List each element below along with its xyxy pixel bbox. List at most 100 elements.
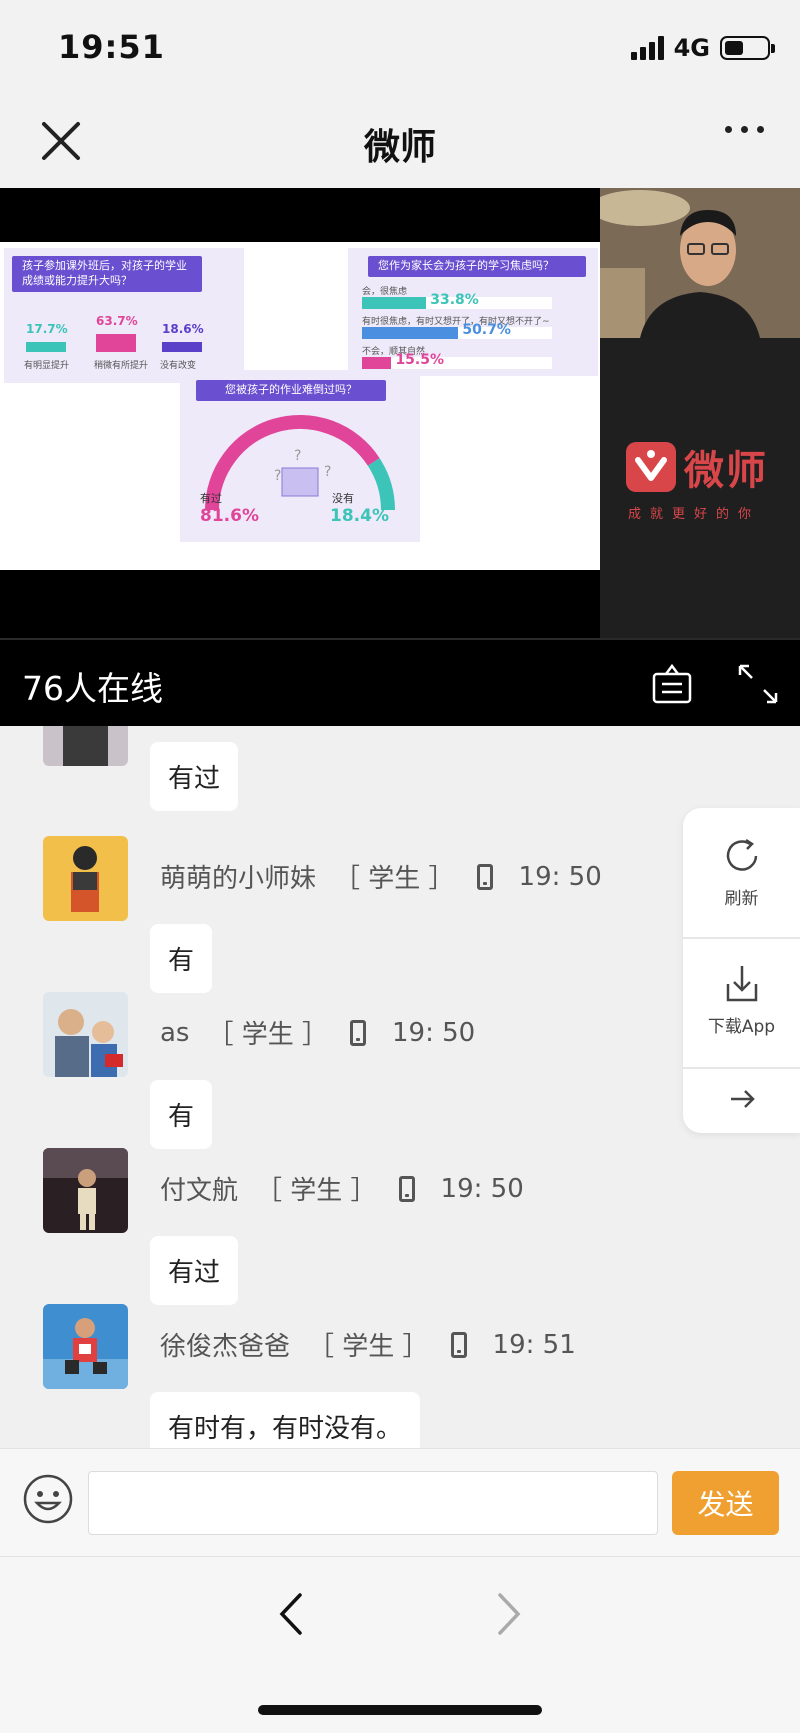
bar: [26, 342, 66, 352]
hbar-label: 会，很焦虑: [362, 287, 408, 297]
online-count: 76人在线: [22, 669, 163, 708]
message-bubble: 有过: [150, 1236, 239, 1305]
refresh-button[interactable]: 刷新: [683, 834, 800, 909]
survey-card-improvement: 孩子参加课外班后，对孩子的学业成绩或能力提升大吗？ 17.7% 有明显提升 63.7…: [4, 248, 244, 383]
bar: [96, 334, 136, 352]
message-time: 19: 50: [392, 1017, 476, 1048]
online-bar: 76人在线: [0, 638, 800, 726]
sender-role: ［ 学生 ］: [334, 864, 455, 894]
mobile-device-icon: [476, 863, 493, 890]
hbar-value: 15.5%: [395, 352, 445, 368]
bar-value: 17.7%: [26, 322, 68, 336]
hbar-value: 33.8%: [430, 292, 479, 308]
sender-name: as: [160, 1017, 190, 1048]
avatar[interactable]: [43, 836, 128, 921]
presentation-slide: 孩子参加课外班后，对孩子的学业成绩或能力提升大吗？ 17.7% 有明显提升 63.7…: [0, 242, 600, 570]
gauge-chart: ? ? ?: [205, 415, 395, 511]
bar-value: 63.7%: [96, 314, 138, 329]
nav-bar: 微师: [0, 100, 800, 188]
hbar-value: 50.7%: [462, 322, 511, 338]
avatar[interactable]: [43, 726, 128, 766]
avatar[interactable]: [43, 1148, 128, 1233]
bar: [162, 342, 202, 352]
message-meta: 萌萌的小师妹 ［ 学生 ］ 19: 50: [160, 858, 602, 895]
message-meta: 付文航 ［ 学生 ］ 19: 50: [160, 1170, 524, 1207]
message-time: 19: 50: [440, 1173, 524, 1204]
bar-label: 稍微有所提升: [94, 361, 149, 371]
hbar-label: 有时很焦虑，有时又想开了，有时又想不开了~: [362, 317, 550, 327]
sender-name: 付文航: [160, 1176, 239, 1206]
emoji-icon[interactable]: [22, 1473, 74, 1525]
divider: [683, 1067, 800, 1069]
mobile-device-icon: [350, 1019, 367, 1046]
brand-heart-icon: [626, 442, 676, 492]
message-bubble: 有: [150, 924, 213, 993]
message-input[interactable]: [88, 1471, 658, 1535]
svg-text:?: ?: [294, 448, 301, 464]
gauge-right-value: 18.4%: [330, 506, 389, 526]
teacher-camera: [600, 188, 800, 338]
refresh-icon: [726, 838, 757, 871]
hbar: [362, 297, 427, 309]
fullscreen-icon[interactable]: [736, 662, 780, 706]
back-arrow-icon[interactable]: [272, 1589, 312, 1639]
message-bubble: 有时有，有时没有。: [150, 1392, 421, 1448]
sender-name: 徐俊杰爸爸: [160, 1332, 291, 1362]
svg-text:?: ?: [274, 468, 281, 484]
signal-icon: [630, 36, 664, 60]
message-bubble: 有过: [150, 742, 239, 811]
sender-role: ［ 学生 ］: [256, 1176, 377, 1206]
sender-name: 萌萌的小师妹: [160, 864, 317, 894]
download-icon: [726, 966, 757, 1002]
browser-nav-bar: [0, 1556, 800, 1733]
download-label: 下载App: [707, 1017, 776, 1037]
gauge-left-value: 81.6%: [200, 506, 259, 526]
message-meta: 徐俊杰爸爸 ［ 学生 ］ 19: 51: [160, 1326, 576, 1363]
brand-logo: 微师: [626, 438, 768, 496]
battery-icon: [720, 36, 775, 60]
gauge-right-label: 没有: [332, 492, 354, 505]
status-bar: 19:51 4G: [0, 0, 800, 100]
mobile-device-icon: [398, 1175, 415, 1202]
survey-card-title: 孩子参加课外班后，对孩子的学业成绩或能力提升大吗？: [12, 256, 202, 292]
home-indicator[interactable]: [258, 1705, 542, 1715]
chat-list[interactable]: 有过 萌萌的小师妹 ［ 学生 ］ 19: 50 有 as ［ 学生 ］ 19: …: [0, 726, 800, 1448]
status-indicators: 4G: [630, 34, 775, 62]
message-time: 19: 51: [492, 1329, 576, 1360]
download-app-button[interactable]: 下载App: [683, 962, 800, 1037]
teacher-portrait: [600, 188, 800, 338]
brand-name: 微师: [684, 448, 768, 494]
hbar: [362, 327, 459, 339]
page-title: 微师: [363, 127, 436, 168]
live-video-area[interactable]: 孩子参加课外班后，对孩子的学业成绩或能力提升大吗？ 17.7% 有明显提升 63.7…: [0, 188, 800, 638]
sender-role: ［ 学生 ］: [207, 1020, 329, 1050]
survey-card-title: 您被孩子的作业难倒过吗？: [196, 380, 386, 401]
message-input-bar: 发送: [0, 1448, 800, 1556]
message-bubble: 有: [150, 1080, 213, 1149]
brand-tagline: 成就更好的你: [628, 507, 761, 522]
survey-card-anxiety: 您作为家长会为孩子的学习焦虑吗？ 会，很焦虑 33.8% 有时很焦虑，有时又想开了，…: [348, 248, 598, 376]
message-meta: as ［ 学生 ］ 19: 50: [160, 1014, 475, 1051]
send-button[interactable]: 发送: [672, 1471, 779, 1535]
message-time: 19: 50: [518, 861, 602, 892]
avatar[interactable]: [43, 992, 128, 1077]
avatar[interactable]: [43, 1304, 128, 1389]
hbar: [362, 357, 392, 369]
survey-card-homework: 您被孩子的作业难倒过吗？ ? ? ? 有过 81.6% 没有 18.4%: [180, 370, 420, 542]
bar-value: 18.6%: [162, 322, 204, 336]
gauge-left-label: 有过: [200, 492, 222, 505]
status-time: 19:51: [58, 28, 165, 66]
whiteboard-icon[interactable]: [650, 662, 694, 706]
divider: [683, 937, 800, 939]
brand-panel: 微师 成就更好的你: [600, 338, 800, 638]
side-toolbar: 刷新 下载App: [683, 808, 800, 1133]
sender-role: ［ 学生 ］: [308, 1332, 429, 1362]
more-icon[interactable]: [725, 126, 764, 133]
svg-text:?: ?: [324, 464, 331, 480]
bar-label: 有明显提升: [24, 361, 70, 371]
survey-card-title: 您作为家长会为孩子的学习焦虑吗？: [368, 256, 586, 277]
mobile-device-icon: [450, 1331, 467, 1358]
collapse-toolbar-button[interactable]: [683, 1084, 800, 1114]
network-type: 4G: [673, 34, 710, 62]
forward-arrow-icon[interactable]: [488, 1589, 528, 1639]
